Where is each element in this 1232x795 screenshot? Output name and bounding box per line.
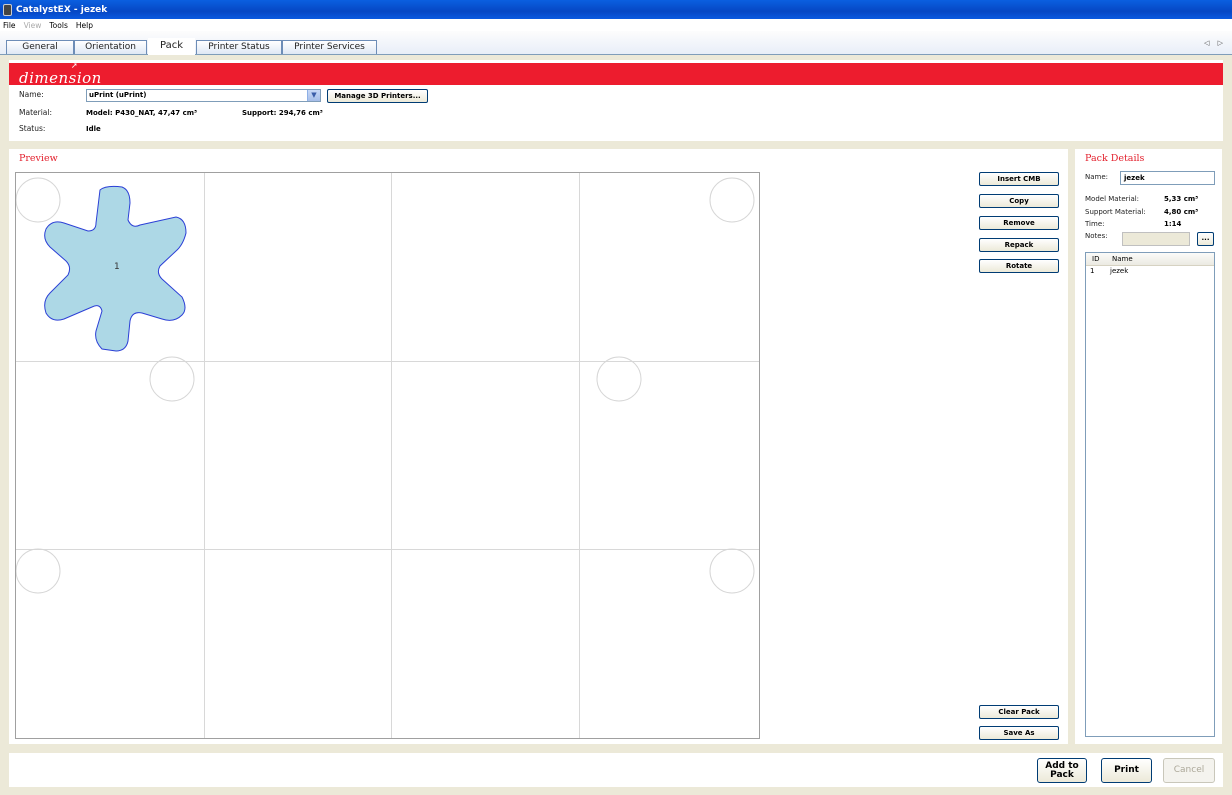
print-button[interactable]: Print [1101, 758, 1152, 783]
insert-cmb-button[interactable]: Insert CMB [979, 172, 1059, 186]
printer-select[interactable]: uPrint (uPrint) ▼ [86, 89, 321, 102]
add-to-pack-button[interactable]: Add to Pack [1037, 758, 1087, 783]
preview-title: Preview [19, 153, 58, 164]
copy-button[interactable]: Copy [979, 194, 1059, 208]
menu-tools[interactable]: Tools [49, 21, 67, 30]
tab-strip: General Orientation Pack Printer Status … [0, 31, 1232, 55]
menu-view: View [23, 20, 42, 30]
part-id-label: 1 [114, 262, 120, 272]
tab-general[interactable]: General [6, 40, 74, 54]
tab-pack[interactable]: Pack [148, 38, 195, 55]
dimension-logo: dimension ➚ [19, 61, 102, 87]
pack-name-label: Name: [1085, 173, 1109, 181]
column-header-name[interactable]: Name [1108, 253, 1133, 265]
tab-printer-services[interactable]: Printer Services [282, 40, 377, 54]
logo-swoosh-icon: ➚ [71, 61, 79, 70]
material-label: Material: [19, 108, 52, 117]
time-label: Time: [1085, 220, 1105, 228]
list-header: ID Name [1086, 253, 1214, 266]
menu-help[interactable]: Help [76, 21, 93, 30]
chevron-down-icon[interactable]: ▼ [307, 90, 320, 101]
calibration-circle [149, 356, 195, 402]
tab-orientation[interactable]: Orientation [74, 40, 147, 54]
pack-name-input[interactable]: jezek [1120, 171, 1215, 185]
printer-panel: dimension ➚ Name: uPrint (uPrint) ▼ Mana… [9, 60, 1223, 141]
model-material-value: Model: P430_NAT, 47,47 cm³ [86, 109, 198, 117]
status-label: Status: [19, 124, 46, 133]
pack-model-material-value: 5,33 cm³ [1164, 195, 1199, 203]
save-as-button[interactable]: Save As [979, 726, 1059, 740]
pack-parts-list[interactable]: ID Name 1 jezek [1085, 252, 1215, 737]
calibration-circle [709, 177, 755, 223]
calibration-circle [16, 548, 61, 594]
build-plate[interactable]: 1 [15, 172, 760, 739]
pack-details-title: Pack Details [1085, 153, 1145, 164]
support-material-label: Support Material: [1085, 208, 1146, 216]
build-plate-canvas: 1 [16, 173, 759, 738]
title-bar: CatalystEX - jezek [0, 0, 1232, 19]
brand-bar: dimension ➚ [9, 61, 1223, 87]
manage-3d-printers-button[interactable]: Manage 3D Printers... [327, 89, 428, 103]
clear-pack-button[interactable]: Clear Pack [979, 705, 1059, 719]
list-item[interactable]: 1 jezek [1086, 266, 1214, 277]
model-material-label: Model Material: [1085, 195, 1140, 203]
tab-scroll-arrows[interactable]: ◁ ▷ [1204, 39, 1226, 47]
notes-edit-button[interactable]: ... [1197, 232, 1214, 246]
pack-support-material-value: 4,80 cm³ [1164, 208, 1199, 216]
list-item-name: jezek [1110, 267, 1129, 275]
cancel-button: Cancel [1163, 758, 1215, 783]
window-title: CatalystEX - jezek [16, 4, 108, 15]
notes-label: Notes: [1085, 232, 1108, 240]
notes-field [1122, 232, 1190, 246]
calibration-circle [709, 548, 755, 594]
printer-select-value: uPrint (uPrint) [89, 91, 147, 99]
status-value: Idle [86, 125, 101, 133]
support-material-value: Support: 294,76 cm³ [242, 109, 323, 117]
time-value: 1:14 [1164, 220, 1182, 228]
preview-panel: Preview 1 Insert CMB Copy Remove Repack … [9, 149, 1068, 744]
bottom-action-bar: Add to Pack Print Cancel [9, 753, 1223, 787]
tab-printer-status[interactable]: Printer Status [196, 40, 282, 54]
menu-file[interactable]: File [3, 21, 16, 30]
add-to-pack-line2: Pack [1050, 769, 1074, 780]
calibration-circle [16, 177, 61, 223]
printer-name-label: Name: [19, 90, 44, 99]
menu-bar: File View Tools Help [0, 19, 1232, 31]
dimension-logo-text: dimension [19, 69, 102, 87]
rotate-button[interactable]: Rotate [979, 259, 1059, 273]
repack-button[interactable]: Repack [979, 238, 1059, 252]
remove-button[interactable]: Remove [979, 216, 1059, 230]
list-item-id: 1 [1090, 267, 1095, 275]
pack-details-panel: Pack Details Name: jezek Model Material:… [1075, 149, 1222, 744]
column-header-id[interactable]: ID [1086, 253, 1108, 265]
calibration-circle [596, 356, 642, 402]
app-icon [3, 3, 12, 16]
